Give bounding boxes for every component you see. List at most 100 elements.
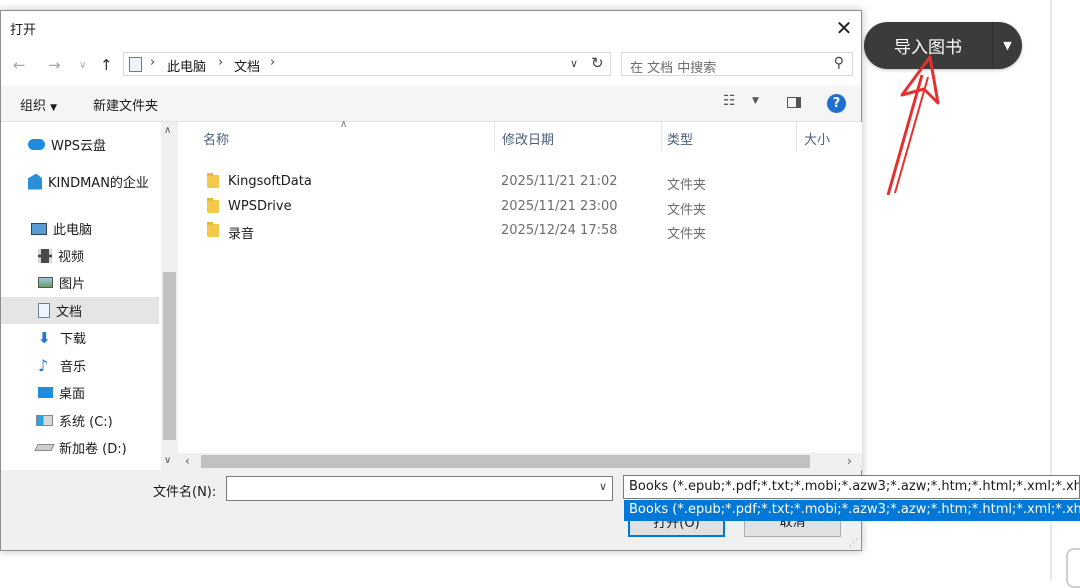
computer-icon — [31, 222, 47, 235]
sidebar-item-enterprise[interactable]: KINDMAN的企业 — [1, 168, 159, 195]
title-bar: 打开 ✕ — [1, 11, 861, 45]
column-divider[interactable] — [796, 122, 797, 152]
filename-input[interactable]: ∨ — [226, 476, 613, 501]
sidebar-item-downloads[interactable]: ⬇ 下载 — [1, 324, 159, 351]
sidebar-item-label: 桌面 — [59, 387, 86, 402]
sidebar-item-label: 图片 — [59, 277, 86, 292]
file-row[interactable]: KingsoftData 2025/11/21 21:02 文件夹 — [178, 170, 862, 194]
chevron-right-icon: › — [150, 55, 156, 70]
sidebar-item-label: 视频 — [58, 250, 85, 265]
column-header-type[interactable]: 类型 — [667, 129, 693, 148]
scroll-right-icon[interactable]: › — [847, 454, 852, 468]
sidebar-item-label: 下载 — [60, 332, 87, 347]
caret-down-icon[interactable]: ▼ — [993, 39, 1022, 52]
search-placeholder: 在 文档 中搜索 — [630, 61, 717, 76]
close-icon[interactable]: ✕ — [831, 15, 857, 41]
preview-pane-icon[interactable] — [787, 97, 801, 108]
column-divider[interactable] — [494, 122, 495, 152]
file-name: WPSDrive — [228, 199, 292, 214]
chevron-down-icon[interactable]: ∨ — [599, 480, 607, 493]
folder-icon — [207, 222, 219, 237]
chevron-down-icon[interactable]: ∨ — [570, 57, 578, 70]
scroll-up-icon[interactable]: ∧ — [164, 125, 171, 136]
column-header-date[interactable]: 修改日期 — [502, 129, 554, 148]
sidebar-scrollbar[interactable]: ∧ ∨ — [161, 122, 178, 470]
annotation-arrow-icon — [886, 55, 940, 196]
organize-label: 组织 — [20, 99, 47, 114]
file-date: 2025/11/21 21:02 — [501, 174, 618, 189]
sidebar-item-drive-c[interactable]: 系统 (C:) — [1, 407, 159, 434]
filetype-option[interactable]: Books (*.epub;*.pdf;*.txt;*.mobi;*.azw3;… — [624, 500, 1080, 521]
sidebar-item-label: 音乐 — [60, 360, 87, 375]
chevron-right-icon: › — [218, 55, 224, 70]
video-icon — [38, 248, 52, 263]
file-row[interactable]: 录音 2025/12/24 17:58 文件夹 — [178, 219, 862, 243]
sidebar-item-music[interactable]: ♪ 音乐 — [1, 352, 159, 379]
sidebar-item-desktop[interactable]: 桌面 — [1, 379, 159, 406]
cloud-icon — [28, 139, 45, 150]
arrow-right-icon[interactable]: → — [48, 56, 61, 74]
music-icon: ♪ — [38, 356, 49, 375]
file-type: 文件夹 — [667, 227, 707, 242]
search-box[interactable]: 在 文档 中搜索 ⚲ — [621, 52, 853, 76]
desktop-icon — [38, 387, 53, 398]
file-date: 2025/11/21 23:00 — [501, 199, 618, 214]
help-icon[interactable]: ? — [827, 94, 846, 113]
sidebar-item-label: WPS云盘 — [51, 139, 106, 154]
arrow-left-icon[interactable]: ← — [13, 56, 26, 74]
refresh-icon[interactable]: ↻ — [591, 54, 604, 72]
sidebar-item-label: KINDMAN的企业 — [48, 176, 149, 191]
file-type: 文件夹 — [667, 203, 707, 218]
navigation-pane: WPS云盘 KINDMAN的企业 此电脑 视频 图片 文档 ⬇ 下载 ♪ 音乐 — [1, 122, 178, 470]
sidebar-item-drive-d[interactable]: 新加卷 (D:) — [1, 434, 159, 461]
chevron-right-icon: › — [270, 55, 276, 70]
sidebar-item-label: 此电脑 — [53, 223, 93, 238]
column-header-name[interactable]: 名称 — [203, 129, 229, 148]
column-divider[interactable] — [661, 122, 662, 152]
enterprise-icon — [28, 173, 42, 190]
file-type: 文件夹 — [667, 178, 707, 193]
address-bar[interactable]: › 此电脑 › 文档 › ∨ ↻ — [123, 52, 611, 76]
drive-c-icon — [36, 415, 53, 426]
file-name: 录音 — [228, 227, 255, 242]
scroll-down-icon[interactable]: ∨ — [164, 455, 171, 466]
sort-ascending-icon: ∧ — [340, 119, 348, 130]
organize-button[interactable]: 组织 ▼ — [20, 95, 57, 114]
sidebar-item-label: 新加卷 (D:) — [59, 442, 127, 457]
filetype-select[interactable]: Books (*.epub;*.pdf;*.txt;*.mobi;*.azw3;… — [623, 475, 1080, 499]
file-list-horizontal-scrollbar[interactable]: ‹ › — [178, 453, 862, 470]
document-icon — [38, 303, 50, 318]
arrow-up-icon[interactable]: ↑ — [100, 56, 113, 74]
drive-d-icon — [34, 444, 55, 451]
sidebar-item-videos[interactable]: 视频 — [1, 242, 159, 269]
sidebar-item-documents[interactable]: 文档 — [1, 297, 159, 324]
open-file-dialog: 打开 ✕ ← → ∨ ↑ › 此电脑 › 文档 › ∨ ↻ 在 文档 中搜索 ⚲… — [0, 10, 862, 551]
dialog-title: 打开 — [10, 23, 37, 38]
resize-grip-icon[interactable]: ⋰ — [849, 538, 858, 548]
scrollbar-thumb[interactable] — [201, 455, 810, 468]
scroll-left-icon[interactable]: ‹ — [185, 454, 190, 468]
view-dropdown-icon[interactable]: ▼ — [752, 96, 759, 106]
side-handle — [1066, 548, 1080, 588]
file-row[interactable]: WPSDrive 2025/11/21 23:00 文件夹 — [178, 195, 862, 219]
breadcrumb-documents[interactable]: 文档 — [234, 56, 260, 75]
column-header-size[interactable]: 大小 — [804, 129, 830, 148]
navigation-bar: ← → ∨ ↑ › 此电脑 › 文档 › ∨ ↻ 在 文档 中搜索 ⚲ — [1, 45, 861, 85]
scrollbar-thumb[interactable] — [163, 272, 176, 440]
view-options-icon[interactable]: ☷ — [723, 93, 736, 109]
recent-locations-icon[interactable]: ∨ — [79, 60, 86, 71]
sidebar-item-this-pc[interactable]: 此电脑 — [1, 215, 159, 242]
breadcrumb-this-pc[interactable]: 此电脑 — [167, 56, 206, 75]
sidebar-item-wps-cloud[interactable]: WPS云盘 — [1, 131, 159, 158]
sidebar-item-label: 文档 — [56, 305, 83, 320]
filename-label: 文件名(N): — [153, 485, 217, 500]
computer-small-icon — [129, 57, 142, 72]
search-icon[interactable]: ⚲ — [834, 55, 844, 71]
file-list-pane: ∧ 名称 修改日期 类型 大小 KingsoftData 2025/11/21 … — [178, 119, 862, 470]
file-date: 2025/12/24 17:58 — [501, 223, 618, 238]
folder-icon — [207, 173, 219, 188]
new-folder-button[interactable]: 新建文件夹 — [93, 95, 158, 114]
sidebar-item-pictures[interactable]: 图片 — [1, 269, 159, 296]
sidebar-item-label: 系统 (C:) — [59, 415, 113, 430]
folder-icon — [207, 198, 219, 213]
